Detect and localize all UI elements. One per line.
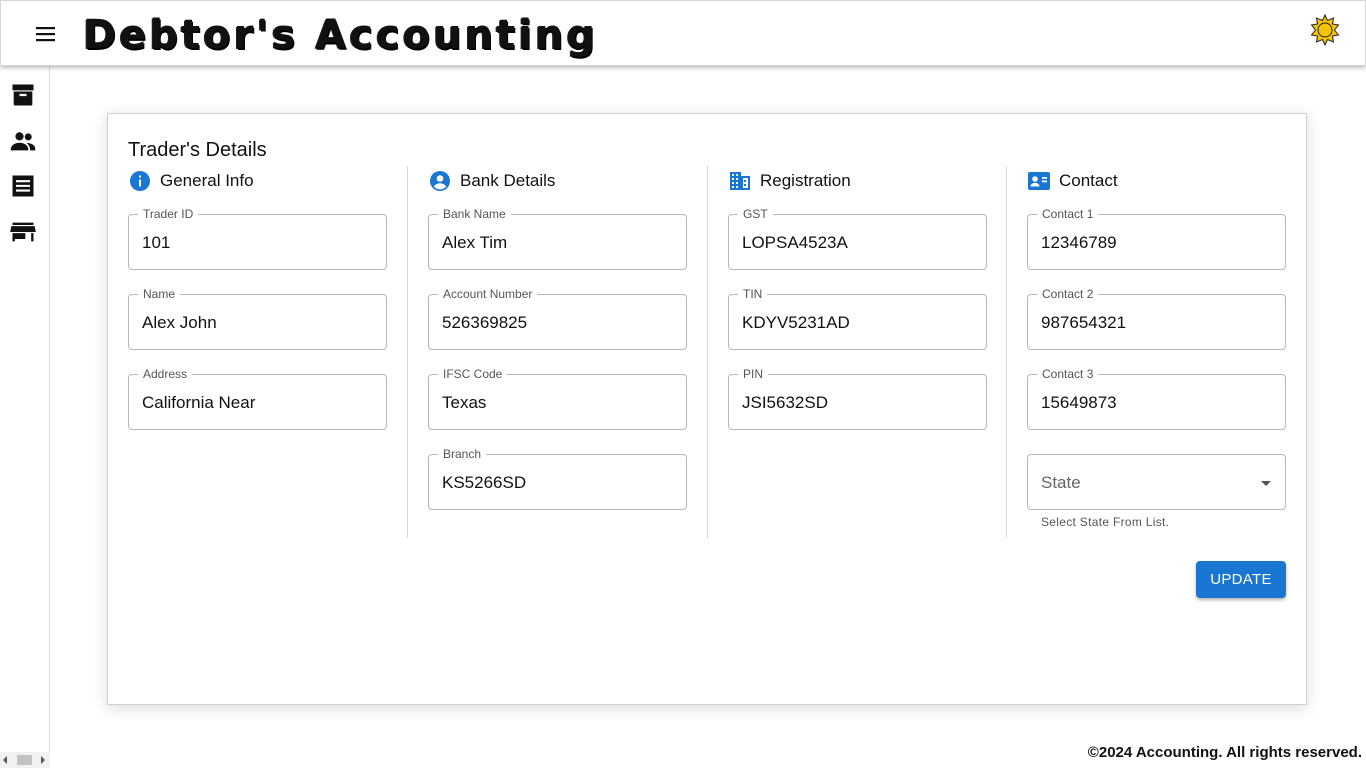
field-label: Trader ID [138, 207, 199, 221]
field-label: Address [138, 367, 193, 381]
registration-header: Registration [728, 166, 987, 196]
tin-input[interactable] [742, 311, 972, 335]
account-number-input[interactable] [442, 311, 672, 335]
field-label: Name [138, 287, 181, 301]
field-label: GST [738, 207, 773, 221]
trader-details-card: Trader's Details General Info Trader ID … [107, 113, 1307, 705]
field-label: Contact 3 [1037, 367, 1099, 381]
field-label: Account Number [438, 287, 538, 301]
app-bar: Debtor's Accounting [0, 0, 1366, 66]
contact-2-field[interactable]: Contact 2 [1027, 287, 1286, 350]
registration-section: Registration GST TIN PIN [728, 166, 987, 430]
section-heading: Registration [760, 171, 851, 190]
branch-field[interactable]: Branch [428, 447, 687, 510]
menu-button[interactable] [31, 21, 61, 47]
address-field[interactable]: Address [128, 367, 387, 430]
section-heading: Bank Details [460, 171, 556, 190]
contact-1-input[interactable] [1041, 231, 1271, 255]
account-circle-icon [428, 169, 452, 193]
state-helper-text: Select State From List. [1041, 515, 1170, 529]
contact-section: Contact Contact 1 Contact 2 Contact 3 St… [1027, 166, 1286, 529]
app-title: Debtor's Accounting [83, 12, 599, 58]
general-info-header: General Info [128, 166, 387, 196]
footer-copyright: ©2024 Accounting. All rights reserved. [1087, 744, 1362, 761]
state-placeholder: State [1041, 473, 1081, 492]
field-label: TIN [738, 287, 768, 301]
account-number-field[interactable]: Account Number [428, 287, 687, 350]
bank-name-field[interactable]: Bank Name [428, 207, 687, 270]
contact-3-field[interactable]: Contact 3 [1027, 367, 1286, 430]
trader-id-input[interactable] [142, 231, 372, 255]
trader-id-field[interactable]: Trader ID [128, 207, 387, 270]
horizontal-scrollbar[interactable] [0, 752, 50, 768]
receipt-icon [12, 175, 34, 197]
scroll-left-icon[interactable] [3, 756, 7, 764]
sidebar-item-people[interactable] [9, 127, 37, 155]
pin-input[interactable] [742, 391, 972, 415]
field-label: Contact 1 [1037, 207, 1099, 221]
sidebar-item-receipts[interactable] [9, 172, 37, 200]
contact-header: Contact [1027, 166, 1286, 196]
card-title: Trader's Details [128, 139, 267, 161]
name-input[interactable] [142, 311, 372, 335]
section-heading: General Info [160, 171, 254, 190]
contact-1-field[interactable]: Contact 1 [1027, 207, 1286, 270]
sidebar-item-archive[interactable] [9, 81, 37, 109]
archive-icon [12, 84, 34, 106]
ifsc-code-input[interactable] [442, 391, 672, 415]
address-input[interactable] [142, 391, 372, 415]
section-heading: Contact [1059, 171, 1118, 190]
bank-details-section: Bank Details Bank Name Account Number IF… [428, 166, 687, 510]
column-divider [1006, 166, 1007, 538]
bank-details-header: Bank Details [428, 166, 687, 196]
contact-2-input[interactable] [1041, 311, 1271, 335]
theme-toggle-button[interactable] [1309, 13, 1341, 47]
sun-icon [1310, 13, 1340, 47]
gst-field[interactable]: GST [728, 207, 987, 270]
building-icon [728, 169, 752, 193]
scroll-right-icon[interactable] [41, 756, 45, 764]
sidebar-item-store[interactable] [9, 218, 37, 246]
branch-input[interactable] [442, 471, 672, 495]
field-label: IFSC Code [438, 367, 508, 381]
caret-down-icon [1261, 481, 1271, 486]
update-button[interactable]: UPDATE [1196, 561, 1286, 598]
contact-card-icon [1027, 169, 1051, 193]
hamburger-menu-icon [36, 27, 55, 42]
general-info-section: General Info Trader ID Name Address [128, 166, 387, 430]
field-label: Bank Name [438, 207, 511, 221]
contact-3-input[interactable] [1041, 391, 1271, 415]
scroll-thumb[interactable] [17, 755, 32, 765]
store-icon [10, 222, 36, 242]
field-label: Branch [438, 447, 487, 461]
sidebar [0, 66, 50, 768]
field-label: Contact 2 [1037, 287, 1099, 301]
field-label: PIN [738, 367, 769, 381]
people-icon [10, 132, 36, 151]
name-field[interactable]: Name [128, 287, 387, 350]
bank-name-input[interactable] [442, 231, 672, 255]
column-divider [707, 166, 708, 538]
info-icon [128, 169, 152, 193]
column-divider [407, 166, 408, 538]
ifsc-code-field[interactable]: IFSC Code [428, 367, 687, 430]
gst-input[interactable] [742, 231, 972, 255]
tin-field[interactable]: TIN [728, 287, 987, 350]
pin-field[interactable]: PIN [728, 367, 987, 430]
state-select[interactable]: State [1027, 454, 1286, 510]
